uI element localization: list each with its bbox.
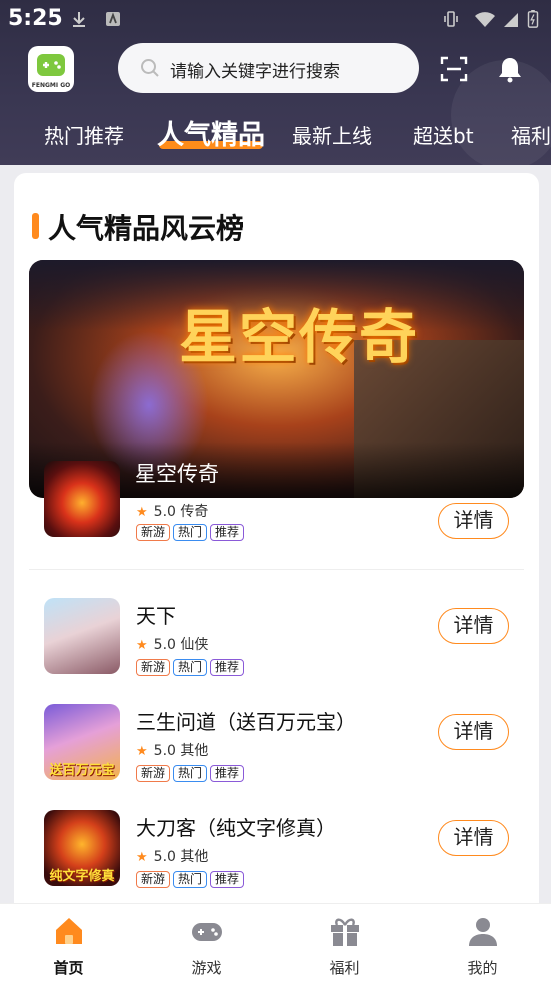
gamepad-icon: [192, 923, 222, 941]
detail-button[interactable]: 详情: [438, 608, 509, 644]
game-rating: 5.0: [153, 743, 176, 759]
star-icon: ★: [136, 638, 148, 653]
game-meta: ★ 5.0 传奇: [136, 501, 208, 521]
app-bar: FENGMI GO 请输入关键字进行搜索: [0, 43, 551, 95]
tag-recommend: 推荐: [210, 871, 245, 888]
logo-text: FENGMI GO: [31, 82, 71, 89]
tag-new: 新游: [136, 765, 171, 782]
list-item[interactable]: 天下 ★ 5.0 仙侠 新游 热门 推荐 详情: [14, 598, 539, 688]
detail-button[interactable]: 详情: [438, 714, 509, 750]
game-name: 天下: [136, 604, 176, 628]
ranking-card: 人气精品风云榜 星空传奇 星空传奇 ★ 5.0 传奇 新游 热门 推荐 详情 天下 ★…: [14, 173, 539, 933]
tag-hot: 热门: [173, 765, 208, 782]
icon-caption: 纯文字修真: [49, 869, 115, 884]
list-item[interactable]: 纯文字修真 大刀客（纯文字修真） ★ 5.0 其他 新游 热门 推荐 详情: [14, 810, 539, 900]
tag-hot: 热门: [173, 871, 208, 888]
app-notification-icon: [106, 12, 120, 26]
tab-welfare[interactable]: 福利: [511, 120, 551, 149]
gift-icon: [331, 918, 359, 946]
search-placeholder: 请输入关键字进行搜索: [170, 62, 340, 82]
game-meta: ★ 5.0 其他: [136, 846, 208, 866]
signal-icon: [504, 13, 518, 27]
star-icon: ★: [136, 505, 148, 520]
game-tags: 新游 热门 推荐: [136, 521, 247, 541]
game-category: 其他: [180, 849, 209, 865]
nav-mine[interactable]: 我的: [414, 904, 551, 985]
divider: [29, 569, 524, 570]
search-input[interactable]: 请输入关键字进行搜索: [118, 43, 419, 93]
tag-new: 新游: [136, 659, 171, 676]
nav-label: 福利: [329, 959, 360, 977]
tag-new: 新游: [136, 524, 171, 541]
game-rating: 5.0: [153, 637, 176, 653]
nav-label: 首页: [53, 959, 84, 977]
status-bar: 5:25: [0, 0, 551, 40]
nav-label: 我的: [467, 959, 498, 977]
nav-home[interactable]: 首页: [0, 904, 137, 985]
banner-art-title: 星空传奇: [179, 303, 420, 371]
nav-label: 游戏: [191, 959, 222, 977]
star-icon: ★: [136, 850, 148, 865]
game-category: 传奇: [180, 504, 209, 520]
tag-recommend: 推荐: [210, 765, 245, 782]
status-time: 5:25: [8, 6, 63, 31]
game-rating: 5.0: [153, 849, 176, 865]
detail-button[interactable]: 详情: [438, 820, 509, 856]
star-icon: ★: [136, 744, 148, 759]
gamepad-logo-icon: [37, 54, 65, 76]
tab-newest[interactable]: 最新上线: [292, 120, 372, 149]
detail-button[interactable]: 详情: [438, 503, 509, 539]
wifi-icon: [475, 12, 495, 27]
battery-icon: [527, 10, 539, 28]
icon-caption: 送百万元宝: [49, 763, 115, 778]
tag-new: 新游: [136, 871, 171, 888]
game-category: 其他: [180, 743, 209, 759]
game-icon: [44, 598, 120, 674]
game-name: 大刀客（纯文字修真）: [136, 816, 336, 840]
vibrate-icon: [444, 11, 458, 27]
list-item[interactable]: ★ 5.0 传奇 新游 热门 推荐 详情: [14, 461, 539, 551]
bottom-nav: 首页 游戏 福利 我的: [0, 903, 551, 985]
tag-hot: 热门: [173, 659, 208, 676]
game-rating: 5.0: [153, 504, 176, 520]
list-item[interactable]: 送百万元宝 三生问道（送百万元宝） ★ 5.0 其他 新游 热门 推荐 详情: [14, 704, 539, 794]
search-icon: [141, 59, 159, 77]
scan-icon[interactable]: [440, 55, 468, 83]
download-icon: [73, 12, 85, 27]
tab-hot-recommend[interactable]: 热门推荐: [44, 120, 124, 149]
home-icon: [56, 918, 82, 944]
section-title: 人气精品风云榜: [48, 212, 245, 245]
category-tabs: 热门推荐 人气精品 最新上线 超送bt 福利: [0, 113, 551, 153]
tag-recommend: 推荐: [210, 659, 245, 676]
tag-recommend: 推荐: [210, 524, 245, 541]
game-meta: ★ 5.0 其他: [136, 740, 208, 760]
bell-icon[interactable]: [497, 55, 523, 83]
tab-super-bt[interactable]: 超送bt: [413, 120, 474, 149]
game-category: 仙侠: [180, 637, 209, 653]
game-icon: 送百万元宝: [44, 704, 120, 780]
game-tags: 新游 热门 推荐: [136, 868, 247, 888]
game-meta: ★ 5.0 仙侠: [136, 634, 208, 654]
app-logo[interactable]: FENGMI GO: [28, 46, 74, 92]
tab-popular-premium[interactable]: 人气精品: [157, 113, 265, 152]
game-tags: 新游 热门 推荐: [136, 762, 247, 782]
game-tags: 新游 热门 推荐: [136, 656, 247, 676]
header: 5:25 FENGMI GO 请输入关键字进行搜索 热门推荐 人气精品 最新上线…: [0, 0, 551, 165]
game-icon: [44, 461, 120, 537]
game-icon: 纯文字修真: [44, 810, 120, 886]
nav-games[interactable]: 游戏: [138, 904, 275, 985]
section-accent-bar: [32, 213, 39, 239]
tag-hot: 热门: [173, 524, 208, 541]
nav-welfare[interactable]: 福利: [276, 904, 413, 985]
game-name: 三生问道（送百万元宝）: [136, 710, 356, 734]
user-icon: [469, 918, 497, 946]
